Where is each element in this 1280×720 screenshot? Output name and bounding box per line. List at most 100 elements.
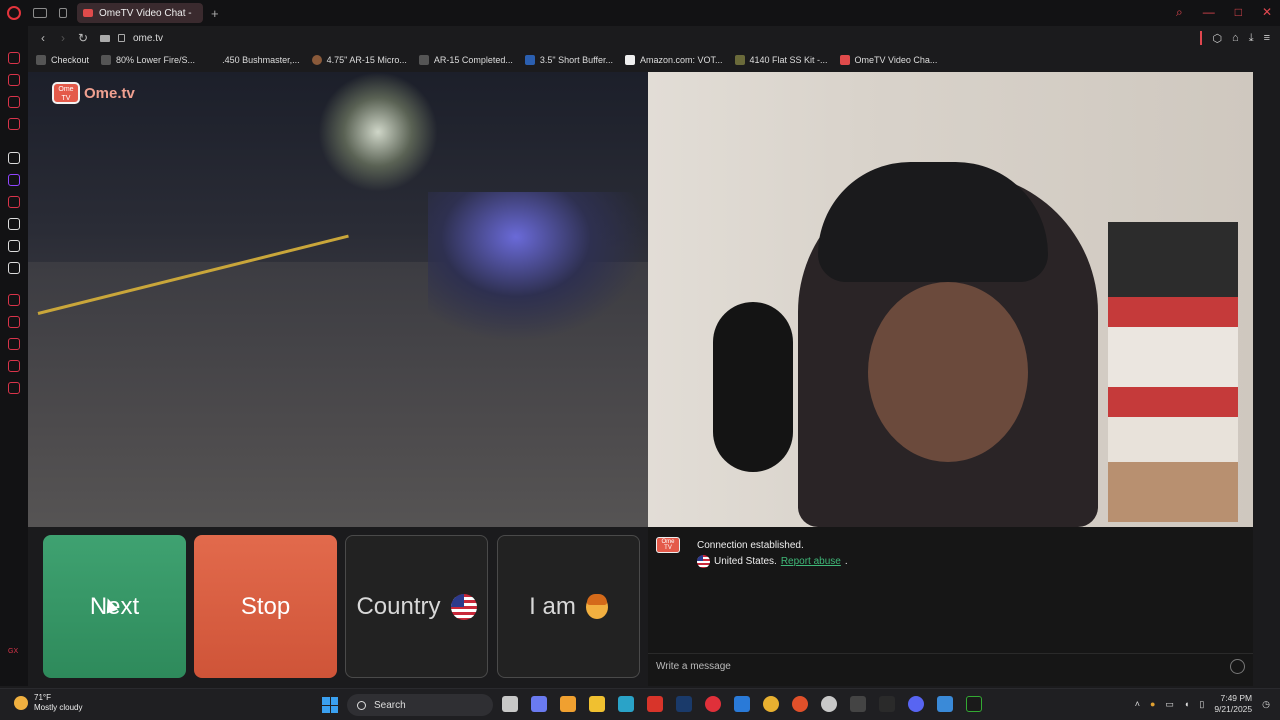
weather-widget[interactable]: 71°F Mostly cloudy [14,693,82,713]
bookmark-item[interactable]: 4.75" AR-15 Micro... [311,55,407,65]
clock-date: 9/21/2025 [1214,704,1253,714]
partner-hat [818,162,1048,282]
discord-icon[interactable] [8,262,20,274]
minimize-button[interactable]: — [1203,5,1215,20]
us-flag-icon [450,593,477,620]
tab-pinned-icon[interactable] [59,8,67,18]
search-icon [357,700,366,710]
battery-icon[interactable]: ▯ [1199,699,1204,710]
twitch-icon[interactable] [8,174,20,186]
app-icon[interactable] [879,696,895,712]
bookmark-item[interactable]: Amazon.com: VOT... [624,55,723,65]
camera-icon[interactable] [100,34,110,42]
tab-title: OmeTV Video Chat - [99,7,192,19]
steam-icon[interactable] [676,696,692,712]
opera-gx-icon[interactable] [705,696,721,712]
settings-icon[interactable] [8,382,20,394]
back-button[interactable]: ‹ [38,31,48,45]
forward-button[interactable]: › [58,31,68,45]
close-button[interactable]: ✕ [1262,5,1272,20]
app-icon[interactable] [792,696,808,712]
reload-button[interactable]: ↻ [78,31,88,45]
extensions-icon[interactable] [8,360,20,372]
report-abuse-link[interactable]: Report abuse [781,556,841,567]
lock-icon[interactable] [118,34,125,42]
menu-icon[interactable]: ≡ [1264,32,1270,44]
app-icon[interactable] [560,696,576,712]
gx-icon[interactable]: GX [8,648,20,660]
address-bar: ‹ › ↻ ome.tv ⬡ ⌂ ⤓ ≡ [28,27,1280,49]
player-icon[interactable] [8,294,20,306]
extensions-icon[interactable]: ⬡ [1212,32,1222,45]
bookmark-icon [734,55,745,65]
app-icon[interactable] [937,696,953,712]
clock[interactable]: 7:49 PM 9/21/2025 [1214,693,1252,715]
messenger-icon[interactable] [8,118,20,130]
url-field[interactable]: ome.tv [133,33,163,44]
history-icon[interactable] [8,338,20,350]
terminal-icon[interactable] [966,696,982,712]
mic-icon[interactable]: ● [1150,699,1155,709]
clock-time: 7:49 PM [1220,693,1253,703]
bookmark-item[interactable]: 4140 Flat SS Kit -... [734,55,828,65]
bookmark-icon [418,55,429,65]
file-explorer-icon[interactable] [589,696,605,712]
download-icon[interactable]: ⤓ [1249,32,1254,45]
ometv-favicon-icon [839,55,850,65]
bookmark-icon [311,55,322,65]
aria-icon[interactable] [8,52,20,64]
gender-button[interactable]: I am [497,535,640,678]
tiktok-icon[interactable] [8,218,20,230]
settings-icon[interactable] [821,696,837,712]
controls: Next Stop Country I am [28,527,648,686]
task-view-icon[interactable] [502,696,518,712]
emoji-icon[interactable] [1230,659,1245,674]
ai-icon[interactable] [8,152,20,164]
opera-menu-icon[interactable] [7,6,21,20]
bookmark-item[interactable]: 80% Lower Fire/S... [101,55,195,65]
news-icon[interactable] [647,696,663,712]
vpn-icon[interactable]: ⌂ [1232,32,1239,44]
gx-corner-icon[interactable] [8,96,20,108]
store-icon[interactable] [734,696,750,712]
pin-icon[interactable] [8,316,20,328]
bookmark-item[interactable]: AR-15 Completed... [418,55,513,65]
bookmark-item[interactable]: 3.5" Short Buffer... [524,55,613,65]
maximize-button[interactable]: □ [1235,5,1242,20]
shopping-icon[interactable] [8,74,20,86]
bookmark-item[interactable]: Checkout [36,55,89,65]
tab-workspace-icon[interactable] [33,8,47,18]
browser-sidebar: GX [0,26,28,686]
new-tab-button[interactable]: + [211,6,219,21]
amazon-icon [624,55,635,65]
divider [1200,31,1203,45]
bookmark-label: Checkout [51,55,90,65]
bookmark-item[interactable]: .450 Bushmaster,... [207,55,300,65]
chrome-icon[interactable] [763,696,779,712]
chevron-up-icon[interactable]: ˄ [1135,699,1140,709]
stop-button[interactable]: Stop [194,535,337,678]
weather-desc: Mostly cloudy [34,703,83,712]
chat-country: United States. Report abuse. [697,555,848,568]
message-input[interactable] [648,653,1253,679]
discord-icon[interactable] [908,696,924,712]
volume-icon[interactable]: ◖ [1184,699,1189,709]
network-icon[interactable]: ▭ [1165,699,1174,710]
bookmark-label: 4140 Flat SS Kit -... [749,55,828,65]
taskbar-search[interactable]: Search [347,694,493,716]
bookmark-icon [101,55,112,65]
bookmark-item[interactable]: OmeTV Video Cha... [839,55,937,65]
bookmark-label: AR-15 Completed... [433,55,513,65]
weather-temp: 71°F [34,693,51,702]
instagram-icon[interactable] [8,196,20,208]
app-icon[interactable] [850,696,866,712]
copilot-icon[interactable] [531,696,547,712]
notification-icon[interactable]: ◷ [1262,699,1270,710]
edge-icon[interactable] [618,696,634,712]
tab-ometv[interactable]: OmeTV Video Chat - [77,3,203,23]
x-icon[interactable] [8,240,20,252]
bookmark-label: Amazon.com: VOT... [639,55,723,65]
search-tabs-icon[interactable]: ⌕ [1176,5,1183,20]
start-button[interactable] [322,697,338,713]
country-button[interactable]: Country [345,535,488,678]
